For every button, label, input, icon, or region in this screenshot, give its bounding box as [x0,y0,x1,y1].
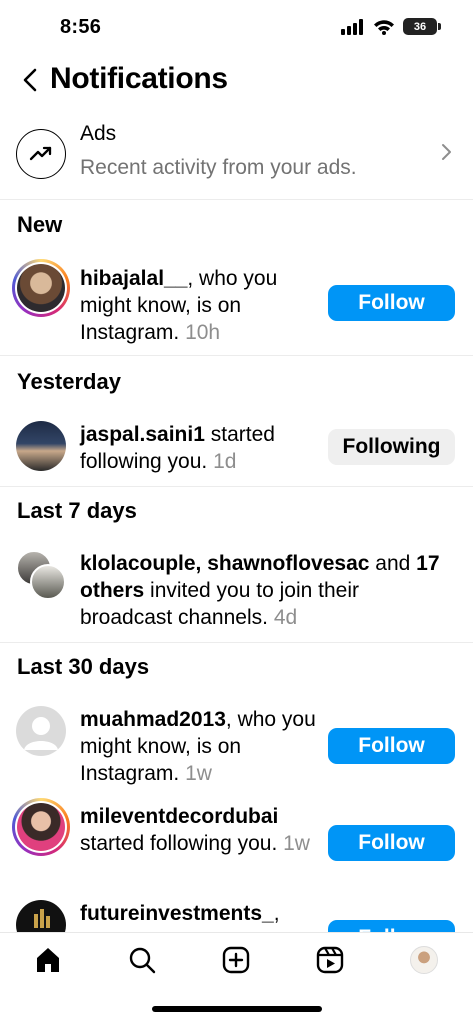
page-title: Notifications [50,62,228,95]
notification-text: hibajalal__, who you might know, is on I… [80,265,320,346]
search-icon[interactable] [125,943,159,977]
section-title-new: New [17,212,63,237]
divider [0,199,473,200]
back-arrow-icon[interactable] [18,66,46,94]
ads-row[interactable]: Ads Recent activity from your ads. [0,112,473,198]
follow-button[interactable]: Follow [328,825,455,861]
timestamp: 10h [185,321,221,344]
notification-item[interactable]: muahmad2013, who you might know, is on I… [0,698,473,794]
follow-button[interactable]: Follow [328,728,455,764]
divider [0,486,473,487]
username[interactable]: klolacouple [80,552,196,575]
notification-item[interactable]: klolacouple, shawnoflovesac and 17 other… [0,540,473,640]
notification-text: klolacouple, shawnoflovesac and 17 other… [80,550,450,631]
notification-message: started following you. [80,832,278,855]
trending-icon [16,129,66,179]
signal-icon [341,18,363,35]
separator: and [369,552,417,575]
header: Notifications [0,54,473,108]
username[interactable]: hibajalal__ [80,267,187,290]
username[interactable]: muahmad2013 [80,708,226,731]
username[interactable]: futureinvestments_ [80,902,274,925]
section-title-last-7-days: Last 7 days [17,498,137,523]
notification-text: jaspal.saini1 started following you. 1d [80,421,320,475]
separator: , [195,552,208,575]
avatar[interactable] [12,798,70,856]
username[interactable]: mileventdecordubai [80,805,278,828]
follow-button[interactable]: Follow [328,285,455,321]
avatar[interactable] [16,421,66,471]
username[interactable]: shawnoflovesac [207,552,369,575]
avatar[interactable] [12,259,70,317]
section-title-yesterday: Yesterday [17,369,121,394]
notification-text: mileventdecordubai started following you… [80,803,320,857]
status-icons: 36 [341,18,441,35]
username[interactable]: jaspal.saini1 [80,423,205,446]
timestamp: 1w [185,762,212,785]
timestamp: 1d [213,450,237,473]
profile-avatar[interactable] [407,943,441,977]
divider [0,355,473,356]
chevron-right-icon [442,144,451,160]
notification-text: futureinvestments_, [80,900,320,927]
battery-icon: 36 [403,18,441,35]
create-icon[interactable] [219,943,253,977]
notification-item[interactable]: hibajalal__, who you might know, is on I… [0,255,473,355]
notification-item[interactable]: futureinvestments_, Follow [0,892,473,932]
notification-text: muahmad2013, who you might know, is on I… [80,706,320,787]
home-icon[interactable] [31,943,65,977]
status-time: 8:56 [60,16,102,38]
home-indicator [152,1006,322,1012]
battery-level: 36 [413,20,427,33]
notification-message: , [273,902,280,925]
default-avatar-icon[interactable] [16,706,66,756]
timestamp: 1w [283,832,310,855]
section-title-last-30-days: Last 30 days [17,654,150,679]
timestamp: 4d [273,606,298,629]
avatar[interactable] [30,564,66,600]
notification-item[interactable]: jaspal.saini1 started following you. 1d … [0,412,473,484]
ads-subtitle: Recent activity from your ads. [80,156,357,179]
ads-title: Ads [80,122,117,145]
wifi-icon [374,19,394,35]
follow-button[interactable]: Follow [328,920,455,932]
status-bar: 8:56 36 [0,0,473,54]
following-button[interactable]: Following [328,429,455,465]
notification-item[interactable]: mileventdecordubai started following you… [0,795,473,891]
divider [0,642,473,643]
avatar[interactable] [16,900,66,932]
reels-icon[interactable] [313,943,347,977]
